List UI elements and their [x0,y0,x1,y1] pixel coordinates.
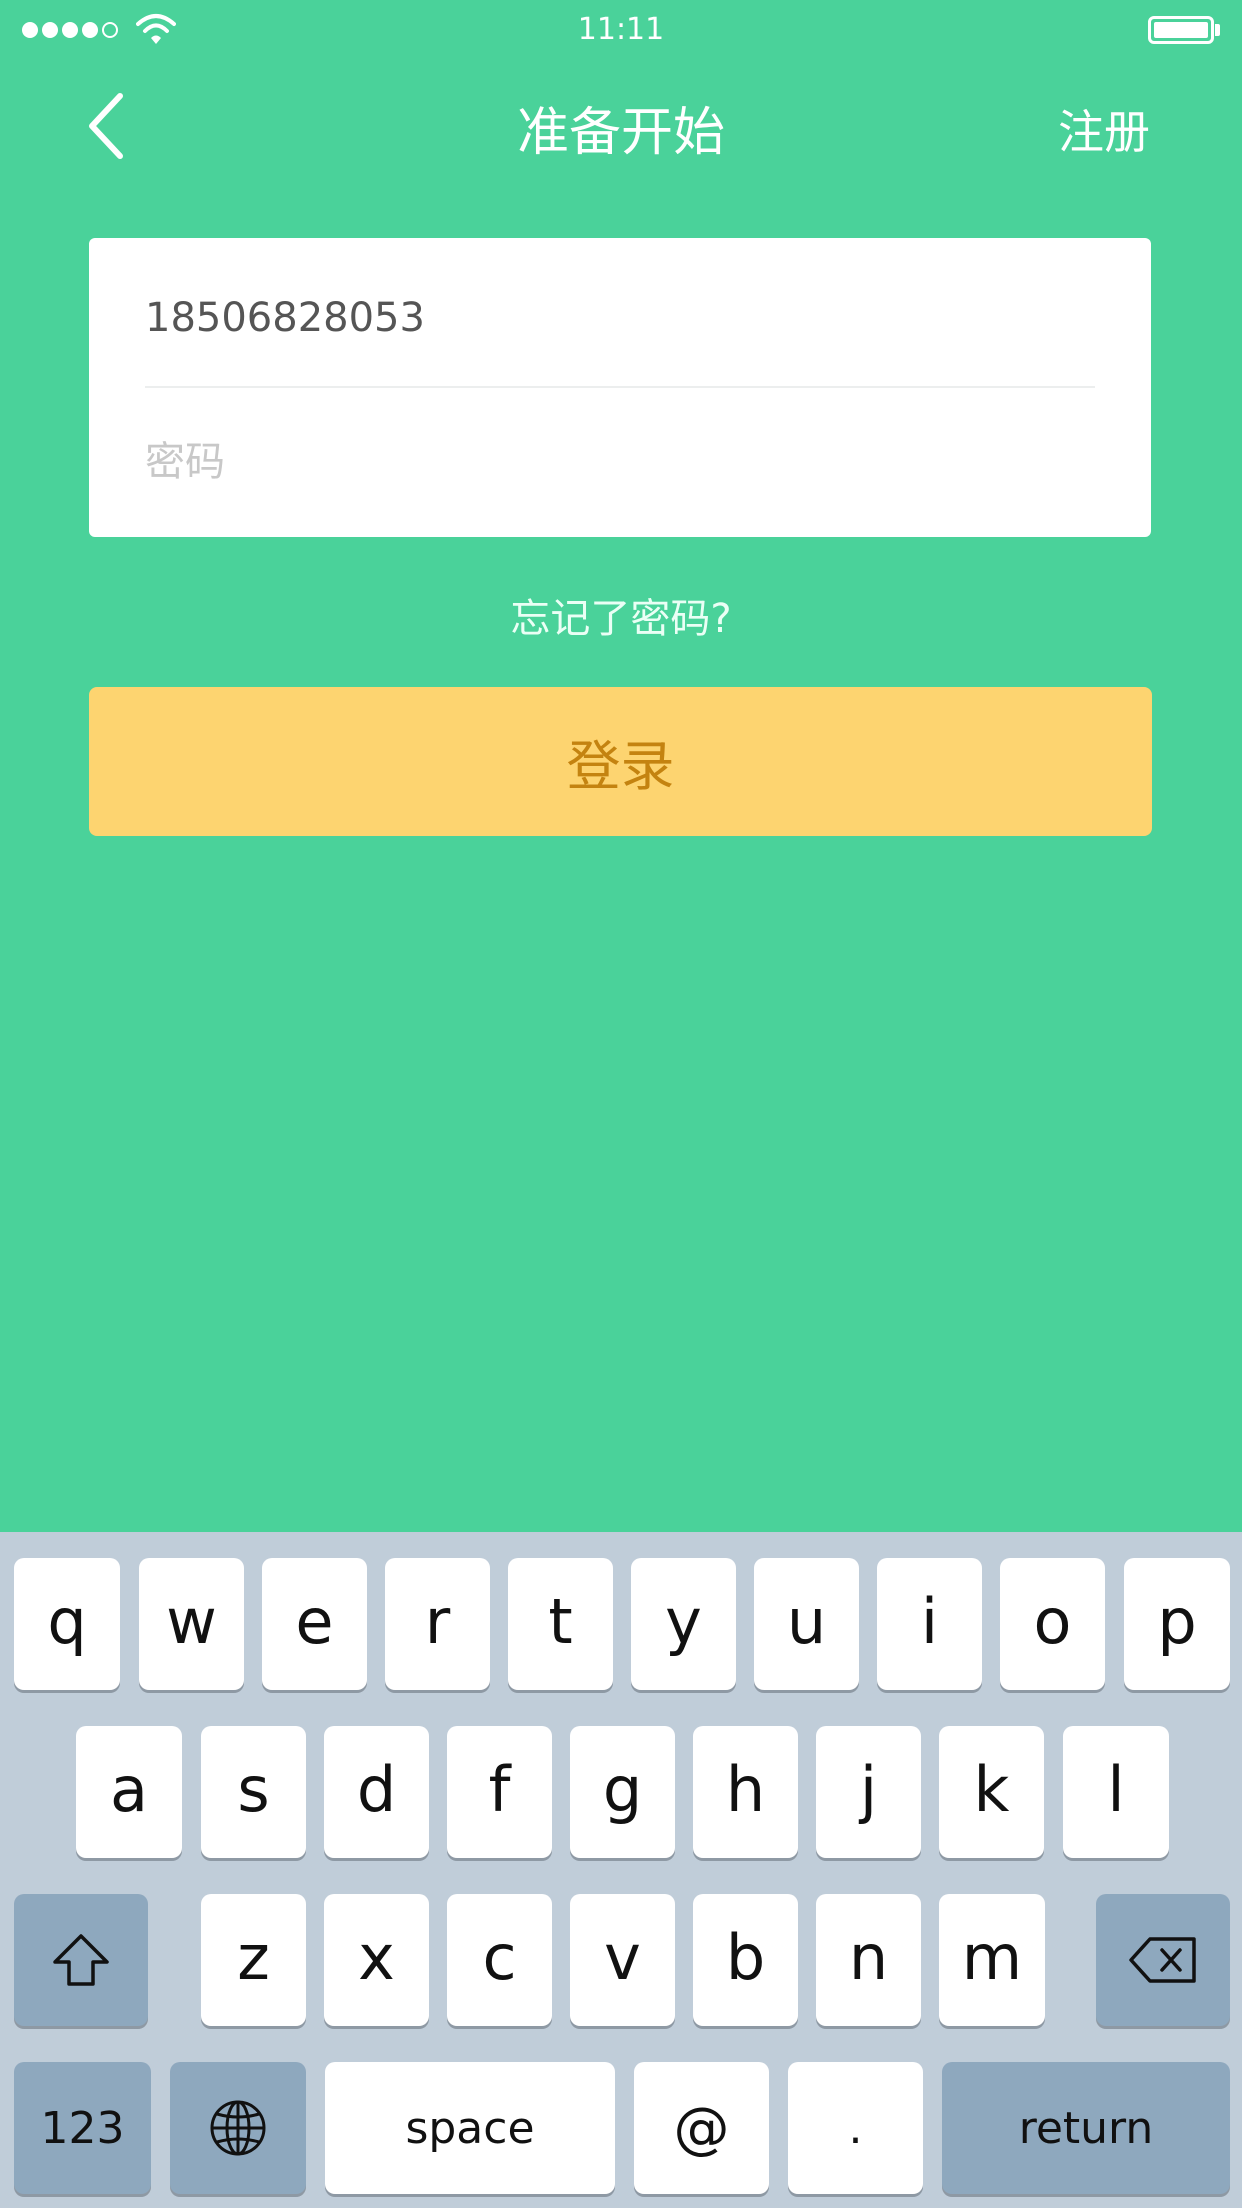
key-c[interactable]: c [447,1894,552,2026]
globe-key[interactable] [170,2062,306,2194]
key-b[interactable]: b [693,1894,798,2026]
key-d[interactable]: d [324,1726,429,1858]
key-w[interactable]: w [139,1558,244,1690]
key-m[interactable]: m [939,1894,1045,2026]
page-title: 准备开始 [516,103,725,163]
key-t[interactable]: t [508,1558,613,1690]
key-y[interactable]: y [631,1558,736,1690]
register-button[interactable]: 注册 [1058,96,1150,162]
period-key[interactable]: . [788,2062,923,2194]
battery-icon [1148,16,1214,44]
key-j[interactable]: j [816,1726,921,1858]
key-g[interactable]: g [570,1726,675,1858]
battery-tip [1215,24,1220,36]
status-time: 11:11 [577,12,665,47]
shift-key[interactable] [14,1894,148,2026]
key-q[interactable]: q [14,1558,120,1690]
phone-input[interactable] [145,278,1095,358]
key-z[interactable]: z [201,1894,306,2026]
key-i[interactable]: i [877,1558,982,1690]
key-u[interactable]: u [754,1558,859,1690]
key-s[interactable]: s [201,1726,306,1858]
status-bar: 11:11 [0,0,1242,60]
backspace-icon [1129,1937,1196,1983]
space-key[interactable]: space [325,2062,615,2194]
login-button[interactable]: 登录 [89,687,1152,836]
key-a[interactable]: a [76,1726,182,1858]
keyboard: q w e r t y u i o p a s d f g h j k l z … [0,1532,1242,2208]
numbers-key[interactable]: 123 [14,2062,151,2194]
shift-icon [53,1934,109,1986]
key-p[interactable]: p [1124,1558,1230,1690]
field-divider [145,386,1095,388]
key-x[interactable]: x [324,1894,429,2026]
key-v[interactable]: v [570,1894,675,2026]
key-f[interactable]: f [447,1726,552,1858]
at-key[interactable]: @ [634,2062,769,2194]
key-h[interactable]: h [693,1726,798,1858]
login-form-card [89,238,1151,537]
key-r[interactable]: r [385,1558,490,1690]
globe-icon [210,2100,266,2156]
key-n[interactable]: n [816,1894,921,2026]
key-l[interactable]: l [1063,1726,1169,1858]
key-o[interactable]: o [1000,1558,1105,1690]
return-key[interactable]: return [942,2062,1230,2194]
key-e[interactable]: e [262,1558,367,1690]
forgot-password-link[interactable]: 忘记了密码? [0,586,1242,644]
password-input[interactable] [145,422,1095,502]
key-k[interactable]: k [939,1726,1044,1858]
delete-key[interactable] [1096,1894,1230,2026]
